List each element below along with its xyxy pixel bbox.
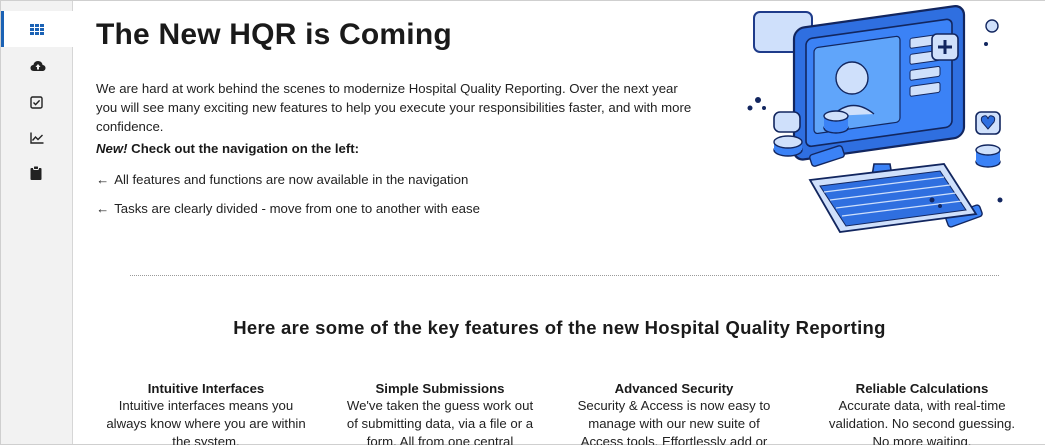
sidebar-item-reports[interactable] <box>1 120 73 156</box>
feature-description: Intuitive interfaces means you always kn… <box>106 398 306 445</box>
bullet-text: Tasks are clearly divided - move from on… <box>114 201 480 216</box>
chat-bubble-graphic <box>773 111 801 133</box>
dashboard-grid-icon <box>30 23 44 35</box>
left-arrow-icon: ← <box>96 172 110 187</box>
feature-title: Simple Submissions <box>375 381 505 396</box>
feature-description: We've taken the guess work out of submit… <box>346 398 534 445</box>
chart-icon <box>30 132 44 144</box>
clipboard-icon <box>30 166 42 180</box>
plus-badge-graphic <box>931 33 959 61</box>
feature-description: Security & Access is now easy to manage … <box>577 398 771 445</box>
sidebar-item-upload[interactable] <box>1 48 73 84</box>
main-content: The New HQR is Coming We are hard at wor… <box>74 0 1045 445</box>
heart-badge-graphic <box>975 111 1001 135</box>
page-title: The New HQR is Coming <box>96 18 452 51</box>
feature-title: Advanced Security <box>614 381 734 396</box>
left-arrow-icon: ← <box>96 201 110 216</box>
feature-title: Reliable Calculations <box>855 381 989 396</box>
intro-text: We are hard at work behind the scenes to… <box>96 81 692 134</box>
new-label: New! <box>96 141 128 156</box>
computer-illustration <box>747 5 1003 233</box>
navigation-heading-text: Check out the navigation on the left: <box>127 141 360 156</box>
cloud-upload-icon <box>30 60 46 72</box>
section-divider <box>130 275 999 276</box>
checkbox-icon <box>30 95 43 109</box>
sidebar-nav <box>1 1 73 444</box>
feature-description: Accurate data, with real-time validation… <box>828 398 1016 445</box>
feature-card: Intuitive Interfaces Intuitive interface… <box>106 380 306 445</box>
feature-title: Intuitive Interfaces <box>147 381 265 396</box>
feature-card: Reliable Calculations Accurate data, wit… <box>822 380 1022 445</box>
feature-card: Advanced Security Security & Access is n… <box>574 380 774 445</box>
sidebar-item-tasks[interactable] <box>1 84 73 120</box>
bullet-item: ← All features and functions are now avai… <box>96 172 468 187</box>
bullet-text: All features and functions are now avail… <box>114 172 469 187</box>
navigation-heading: New! Check out the navigation on the lef… <box>96 141 359 156</box>
sidebar-item-dashboard[interactable] <box>1 11 73 47</box>
sidebar-item-clipboard[interactable] <box>1 155 73 191</box>
bullet-item: ← Tasks are clearly divided - move from o… <box>96 201 480 216</box>
feature-card: Simple Submissions We've taken the guess… <box>340 380 540 445</box>
features-heading: Here are some of the key features of the… <box>233 317 886 338</box>
